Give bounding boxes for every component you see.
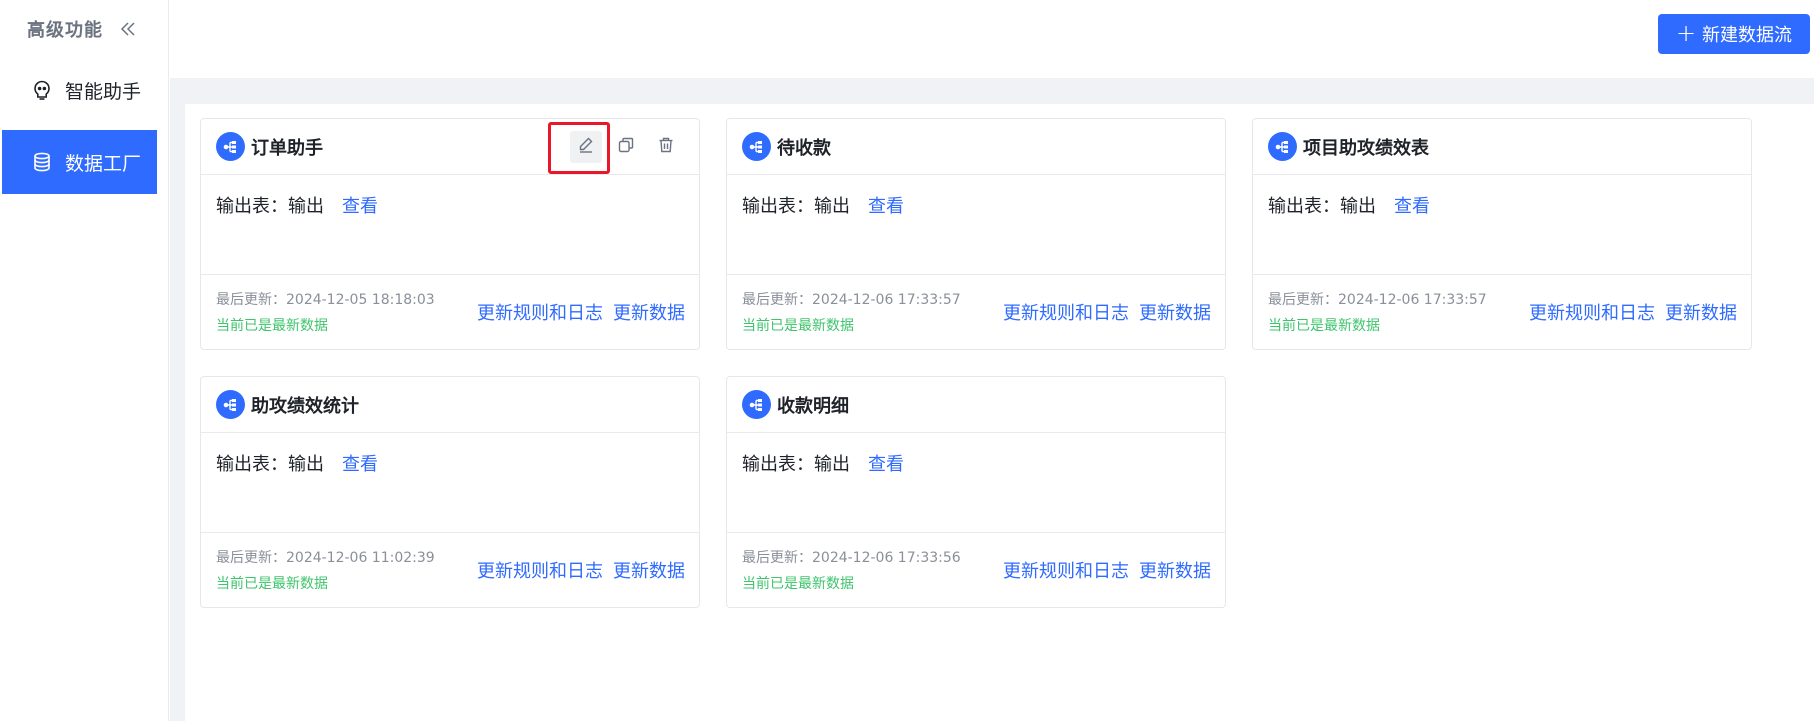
card-title: 助攻绩效统计 xyxy=(251,395,359,417)
dataflow-card: 项目助攻绩效表 输出表：输出 查看 最后更新：2024-12-06 17:33:… xyxy=(1252,118,1752,350)
card-title: 收款明细 xyxy=(777,395,849,417)
view-link[interactable]: 查看 xyxy=(342,192,378,218)
top-bar: + 新建数据流 xyxy=(170,0,1814,78)
card-title: 待收款 xyxy=(777,137,831,159)
card-header: 收款明细 xyxy=(727,377,1225,433)
sidebar-item-label: 数据工厂 xyxy=(65,152,142,175)
plus-icon: + xyxy=(1675,19,1697,47)
status-text: 当前已是最新数据 xyxy=(742,318,854,334)
footer-links: 更新规则和日志 更新数据 xyxy=(1003,557,1211,583)
update-data-link[interactable]: 更新数据 xyxy=(1139,557,1211,583)
view-link[interactable]: 查看 xyxy=(868,450,904,476)
sidebar-title: 高级功能 xyxy=(27,20,103,41)
last-updated-text: 最后更新：2024-12-06 17:33:57 xyxy=(1268,292,1487,308)
footer-links: 更新规则和日志 更新数据 xyxy=(1529,299,1737,325)
view-link[interactable]: 查看 xyxy=(342,450,378,476)
output-table-label: 输出表：输出 xyxy=(216,196,324,217)
update-rules-log-link[interactable]: 更新规则和日志 xyxy=(1003,299,1129,325)
bulb-robot-icon xyxy=(31,79,53,101)
card-body: 输出表：输出 查看 xyxy=(727,433,1225,533)
output-table-label: 输出表：输出 xyxy=(1268,196,1376,217)
new-dataflow-button[interactable]: + 新建数据流 xyxy=(1658,14,1810,54)
card-header: 助攻绩效统计 xyxy=(201,377,699,433)
dataflow-card: 助攻绩效统计 输出表：输出 查看 最后更新：2024-12-06 11:02:3… xyxy=(200,376,700,608)
dataflow-card: 待收款 输出表：输出 查看 最后更新：2024-12-06 17:33:57 当… xyxy=(726,118,1226,350)
output-table-label: 输出表：输出 xyxy=(216,454,324,475)
output-table-label: 输出表：输出 xyxy=(742,454,850,475)
new-dataflow-label: 新建数据流 xyxy=(1702,25,1793,46)
database-icon xyxy=(31,151,53,173)
update-data-link[interactable]: 更新数据 xyxy=(1665,299,1737,325)
update-data-link[interactable]: 更新数据 xyxy=(613,299,685,325)
edit-button[interactable] xyxy=(570,131,602,163)
footer-meta: 最后更新：2024-12-06 17:33:57 当前已是最新数据 xyxy=(1268,289,1487,335)
card-footer: 最后更新：2024-12-06 17:33:57 当前已是最新数据 更新规则和日… xyxy=(1253,275,1751,349)
card-body: 输出表：输出 查看 xyxy=(201,433,699,533)
output-table-label: 输出表：输出 xyxy=(742,196,850,217)
last-updated-text: 最后更新：2024-12-06 17:33:56 xyxy=(742,550,961,566)
status-text: 当前已是最新数据 xyxy=(1268,318,1380,334)
footer-meta: 最后更新：2024-12-06 11:02:39 当前已是最新数据 xyxy=(216,547,435,593)
pencil-icon xyxy=(577,136,595,158)
update-rules-log-link[interactable]: 更新规则和日志 xyxy=(477,299,603,325)
dataflow-grid: 订单助手 输出表：输出 查看 最后更新：2024-12-05 18:18:03 … xyxy=(200,118,1752,608)
status-text: 当前已是最新数据 xyxy=(742,576,854,592)
copy-icon xyxy=(617,136,635,158)
dataflow-icon xyxy=(742,390,771,419)
card-body: 输出表：输出 查看 xyxy=(727,175,1225,275)
sidebar: 高级功能 智能助手 数据工厂 xyxy=(0,0,169,721)
status-text: 当前已是最新数据 xyxy=(216,318,328,334)
card-title: 项目助攻绩效表 xyxy=(1303,137,1429,159)
card-body: 输出表：输出 查看 xyxy=(1253,175,1751,275)
footer-links: 更新规则和日志 更新数据 xyxy=(1003,299,1211,325)
delete-button[interactable] xyxy=(650,131,682,163)
sidebar-item-label: 智能助手 xyxy=(65,80,142,103)
update-data-link[interactable]: 更新数据 xyxy=(1139,299,1211,325)
card-header: 待收款 xyxy=(727,119,1225,175)
dataflow-icon xyxy=(216,132,245,161)
view-link[interactable]: 查看 xyxy=(1394,192,1430,218)
sidebar-item-data-factory[interactable]: 数据工厂 xyxy=(2,130,157,194)
footer-meta: 最后更新：2024-12-06 17:33:57 当前已是最新数据 xyxy=(742,289,961,335)
footer-links: 更新规则和日志 更新数据 xyxy=(477,299,685,325)
card-footer: 最后更新：2024-12-06 17:33:57 当前已是最新数据 更新规则和日… xyxy=(727,275,1225,349)
card-header: 项目助攻绩效表 xyxy=(1253,119,1751,175)
card-footer: 最后更新：2024-12-05 18:18:03 当前已是最新数据 更新规则和日… xyxy=(201,275,699,349)
dataflow-card: 订单助手 输出表：输出 查看 最后更新：2024-12-05 18:18:03 … xyxy=(200,118,700,350)
last-updated-text: 最后更新：2024-12-05 18:18:03 xyxy=(216,292,435,308)
update-rules-log-link[interactable]: 更新规则和日志 xyxy=(1003,557,1129,583)
card-footer: 最后更新：2024-12-06 17:33:56 当前已是最新数据 更新规则和日… xyxy=(727,533,1225,607)
status-text: 当前已是最新数据 xyxy=(216,576,328,592)
last-updated-text: 最后更新：2024-12-06 11:02:39 xyxy=(216,550,435,566)
footer-links: 更新规则和日志 更新数据 xyxy=(477,557,685,583)
update-rules-log-link[interactable]: 更新规则和日志 xyxy=(477,557,603,583)
footer-meta: 最后更新：2024-12-06 17:33:56 当前已是最新数据 xyxy=(742,547,961,593)
sidebar-item-smart-assistant[interactable]: 智能助手 xyxy=(0,58,168,122)
card-body: 输出表：输出 查看 xyxy=(201,175,699,275)
view-link[interactable]: 查看 xyxy=(868,192,904,218)
update-data-link[interactable]: 更新数据 xyxy=(613,557,685,583)
sidebar-header: 高级功能 xyxy=(0,0,168,58)
trash-icon xyxy=(657,136,675,158)
footer-meta: 最后更新：2024-12-05 18:18:03 当前已是最新数据 xyxy=(216,289,435,335)
dataflow-icon xyxy=(216,390,245,419)
dataflow-icon xyxy=(742,132,771,161)
card-actions xyxy=(570,131,682,163)
dataflow-icon xyxy=(1268,132,1297,161)
card-title: 订单助手 xyxy=(251,137,323,159)
update-rules-log-link[interactable]: 更新规则和日志 xyxy=(1529,299,1655,325)
double-chevron-left-icon[interactable] xyxy=(119,20,137,38)
dataflow-card: 收款明细 输出表：输出 查看 最后更新：2024-12-06 17:33:56 … xyxy=(726,376,1226,608)
card-footer: 最后更新：2024-12-06 11:02:39 当前已是最新数据 更新规则和日… xyxy=(201,533,699,607)
copy-button[interactable] xyxy=(610,131,642,163)
last-updated-text: 最后更新：2024-12-06 17:33:57 xyxy=(742,292,961,308)
